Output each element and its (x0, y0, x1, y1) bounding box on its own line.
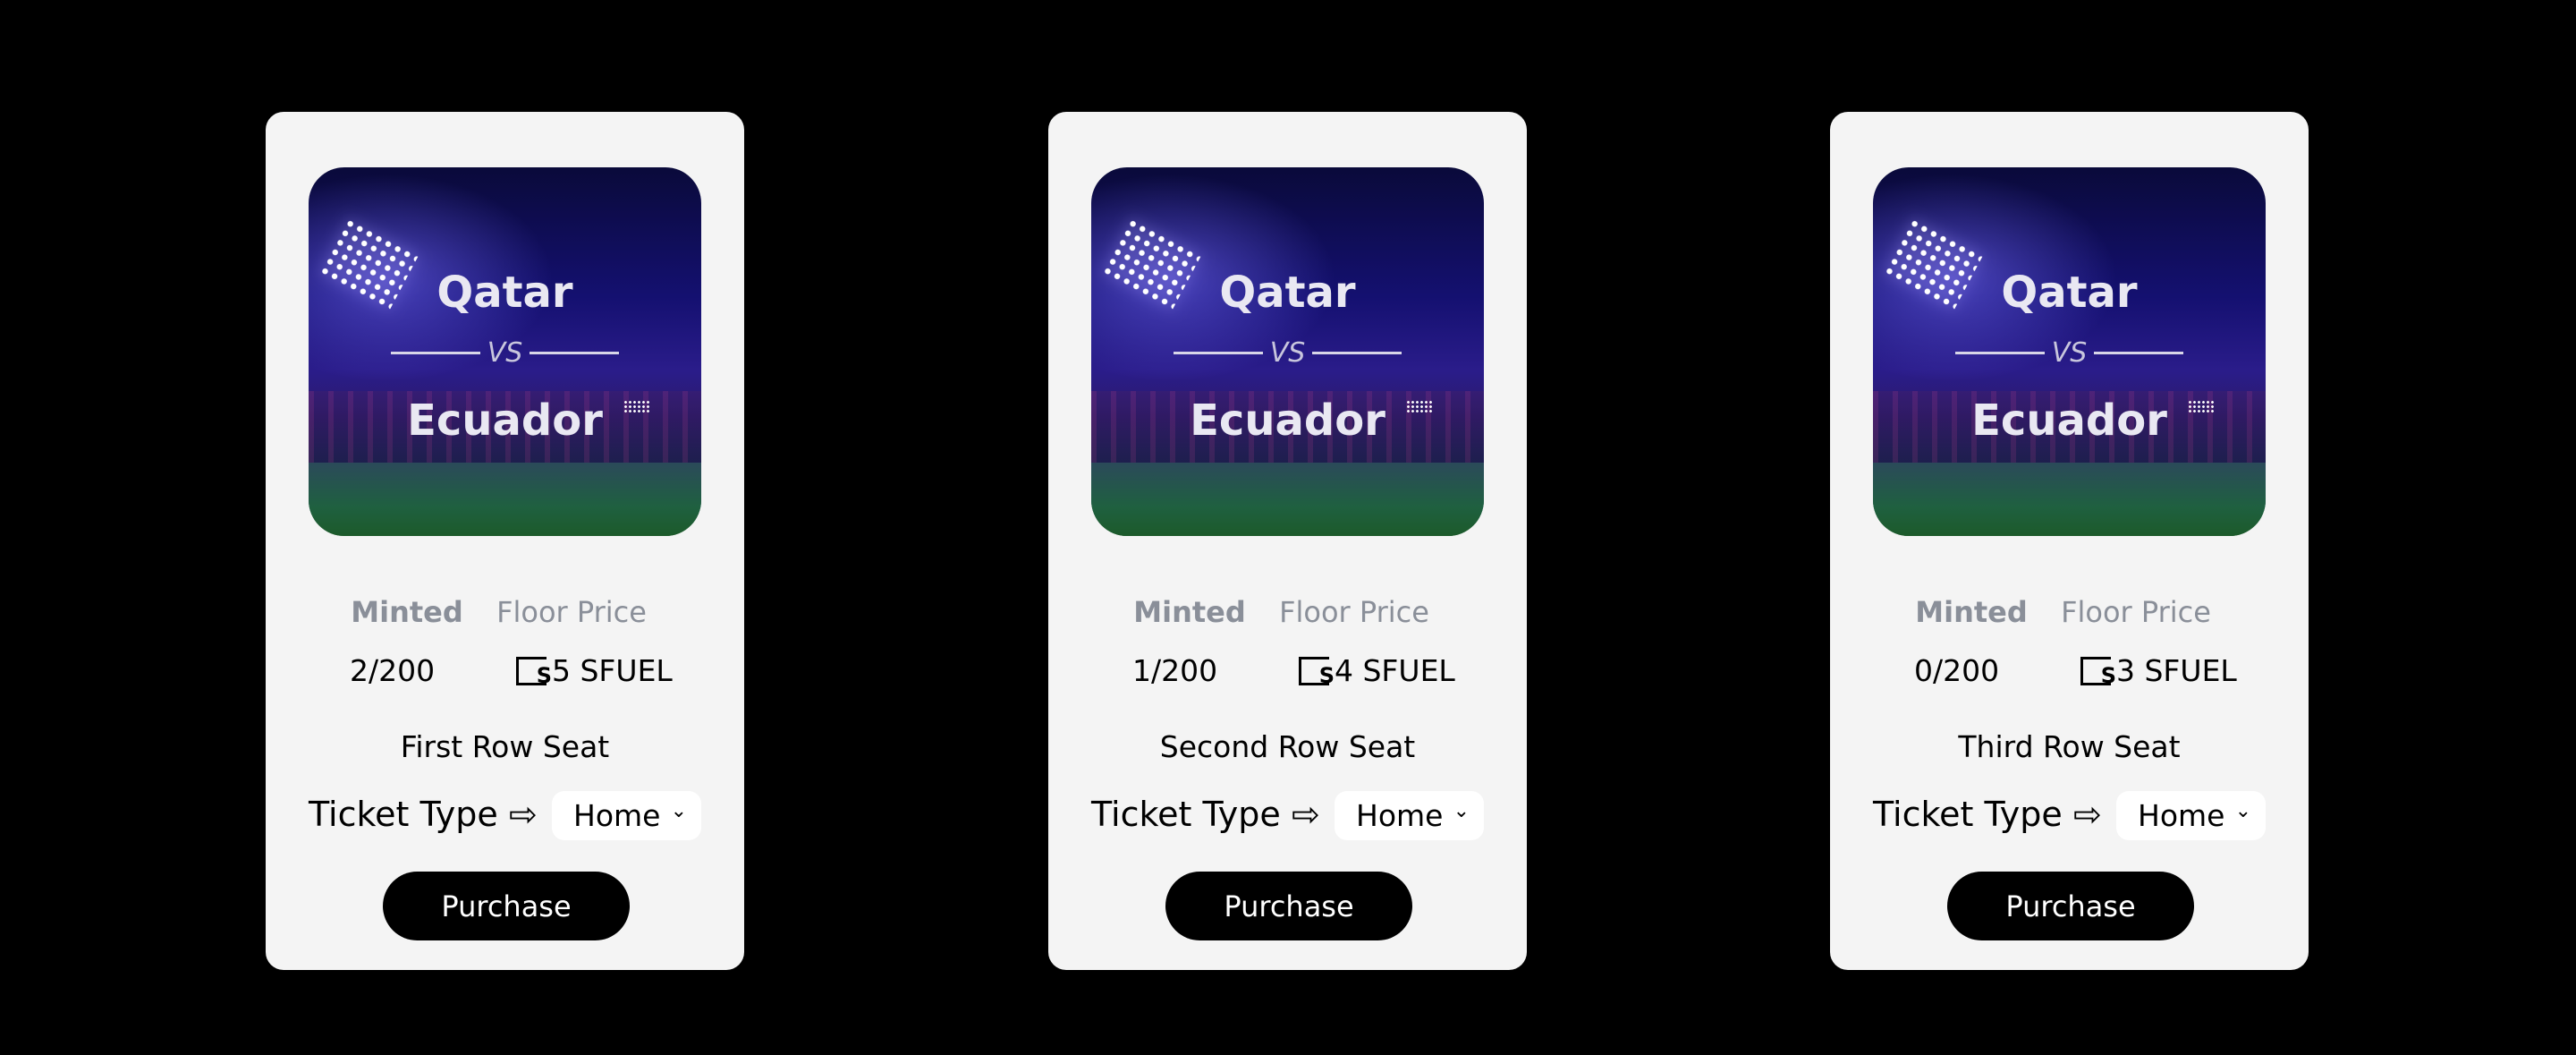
ticket-type-select[interactable]: Home ⌄ (1335, 791, 1484, 840)
match-banner-image: Qatar VS Ecuador (309, 167, 701, 536)
match-banner-image: Qatar VS Ecuador (1091, 167, 1484, 536)
away-team: Ecuador (1190, 396, 1385, 446)
sfuel-coin-icon: S (2080, 657, 2116, 688)
ticket-card: Qatar VS Ecuador Minted Floor Price 2/20… (266, 112, 744, 970)
home-team: Qatar (2001, 268, 2138, 318)
minted-value: 2/200 (350, 653, 436, 688)
home-team: Qatar (1219, 268, 1356, 318)
away-team: Ecuador (407, 396, 603, 446)
home-team: Qatar (436, 268, 573, 318)
floor-price-value: S4 SFUEL (1299, 653, 1455, 688)
floor-price-label: Floor Price (1279, 595, 1429, 629)
ticket-type-select[interactable]: Home ⌄ (552, 791, 701, 840)
floor-price-label: Floor Price (496, 595, 647, 629)
minted-label: Minted (351, 595, 463, 629)
floor-price-value: S5 SFUEL (516, 653, 673, 688)
chevron-down-icon: ⌄ (2234, 800, 2251, 822)
seat-label: First Row Seat (400, 729, 610, 764)
floor-price-value: S3 SFUEL (2080, 653, 2237, 688)
minted-value: 1/200 (1132, 653, 1218, 688)
chevron-down-icon: ⌄ (1453, 800, 1470, 822)
minted-label: Minted (1133, 595, 1246, 629)
purchase-button[interactable]: Purchase (1165, 872, 1412, 940)
sfuel-coin-icon: S (516, 657, 552, 688)
away-team: Ecuador (1971, 396, 2167, 446)
ticket-card: Qatar VS Ecuador Minted Floor Price 1/20… (1048, 112, 1527, 970)
floor-price-label: Floor Price (2061, 595, 2211, 629)
vs-label: VS (487, 337, 523, 369)
minted-value: 0/200 (1914, 653, 2000, 688)
match-banner-image: Qatar VS Ecuador (1873, 167, 2266, 536)
sfuel-coin-icon: S (1299, 657, 1335, 688)
seat-label: Third Row Seat (1958, 729, 2181, 764)
purchase-button[interactable]: Purchase (383, 872, 630, 940)
ticket-type-label: Ticket Type ⇨ (1873, 795, 2102, 834)
ticket-type-label: Ticket Type ⇨ (309, 795, 538, 834)
ticket-type-select[interactable]: Home ⌄ (2116, 791, 2266, 840)
vs-label: VS (1269, 337, 1306, 369)
chevron-down-icon: ⌄ (670, 800, 687, 822)
purchase-button[interactable]: Purchase (1947, 872, 2194, 940)
ticket-card: Qatar VS Ecuador Minted Floor Price 0/20… (1830, 112, 2309, 970)
ticket-type-label: Ticket Type ⇨ (1091, 795, 1320, 834)
seat-label: Second Row Seat (1159, 729, 1416, 764)
vs-label: VS (2051, 337, 2088, 369)
minted-label: Minted (1915, 595, 2028, 629)
